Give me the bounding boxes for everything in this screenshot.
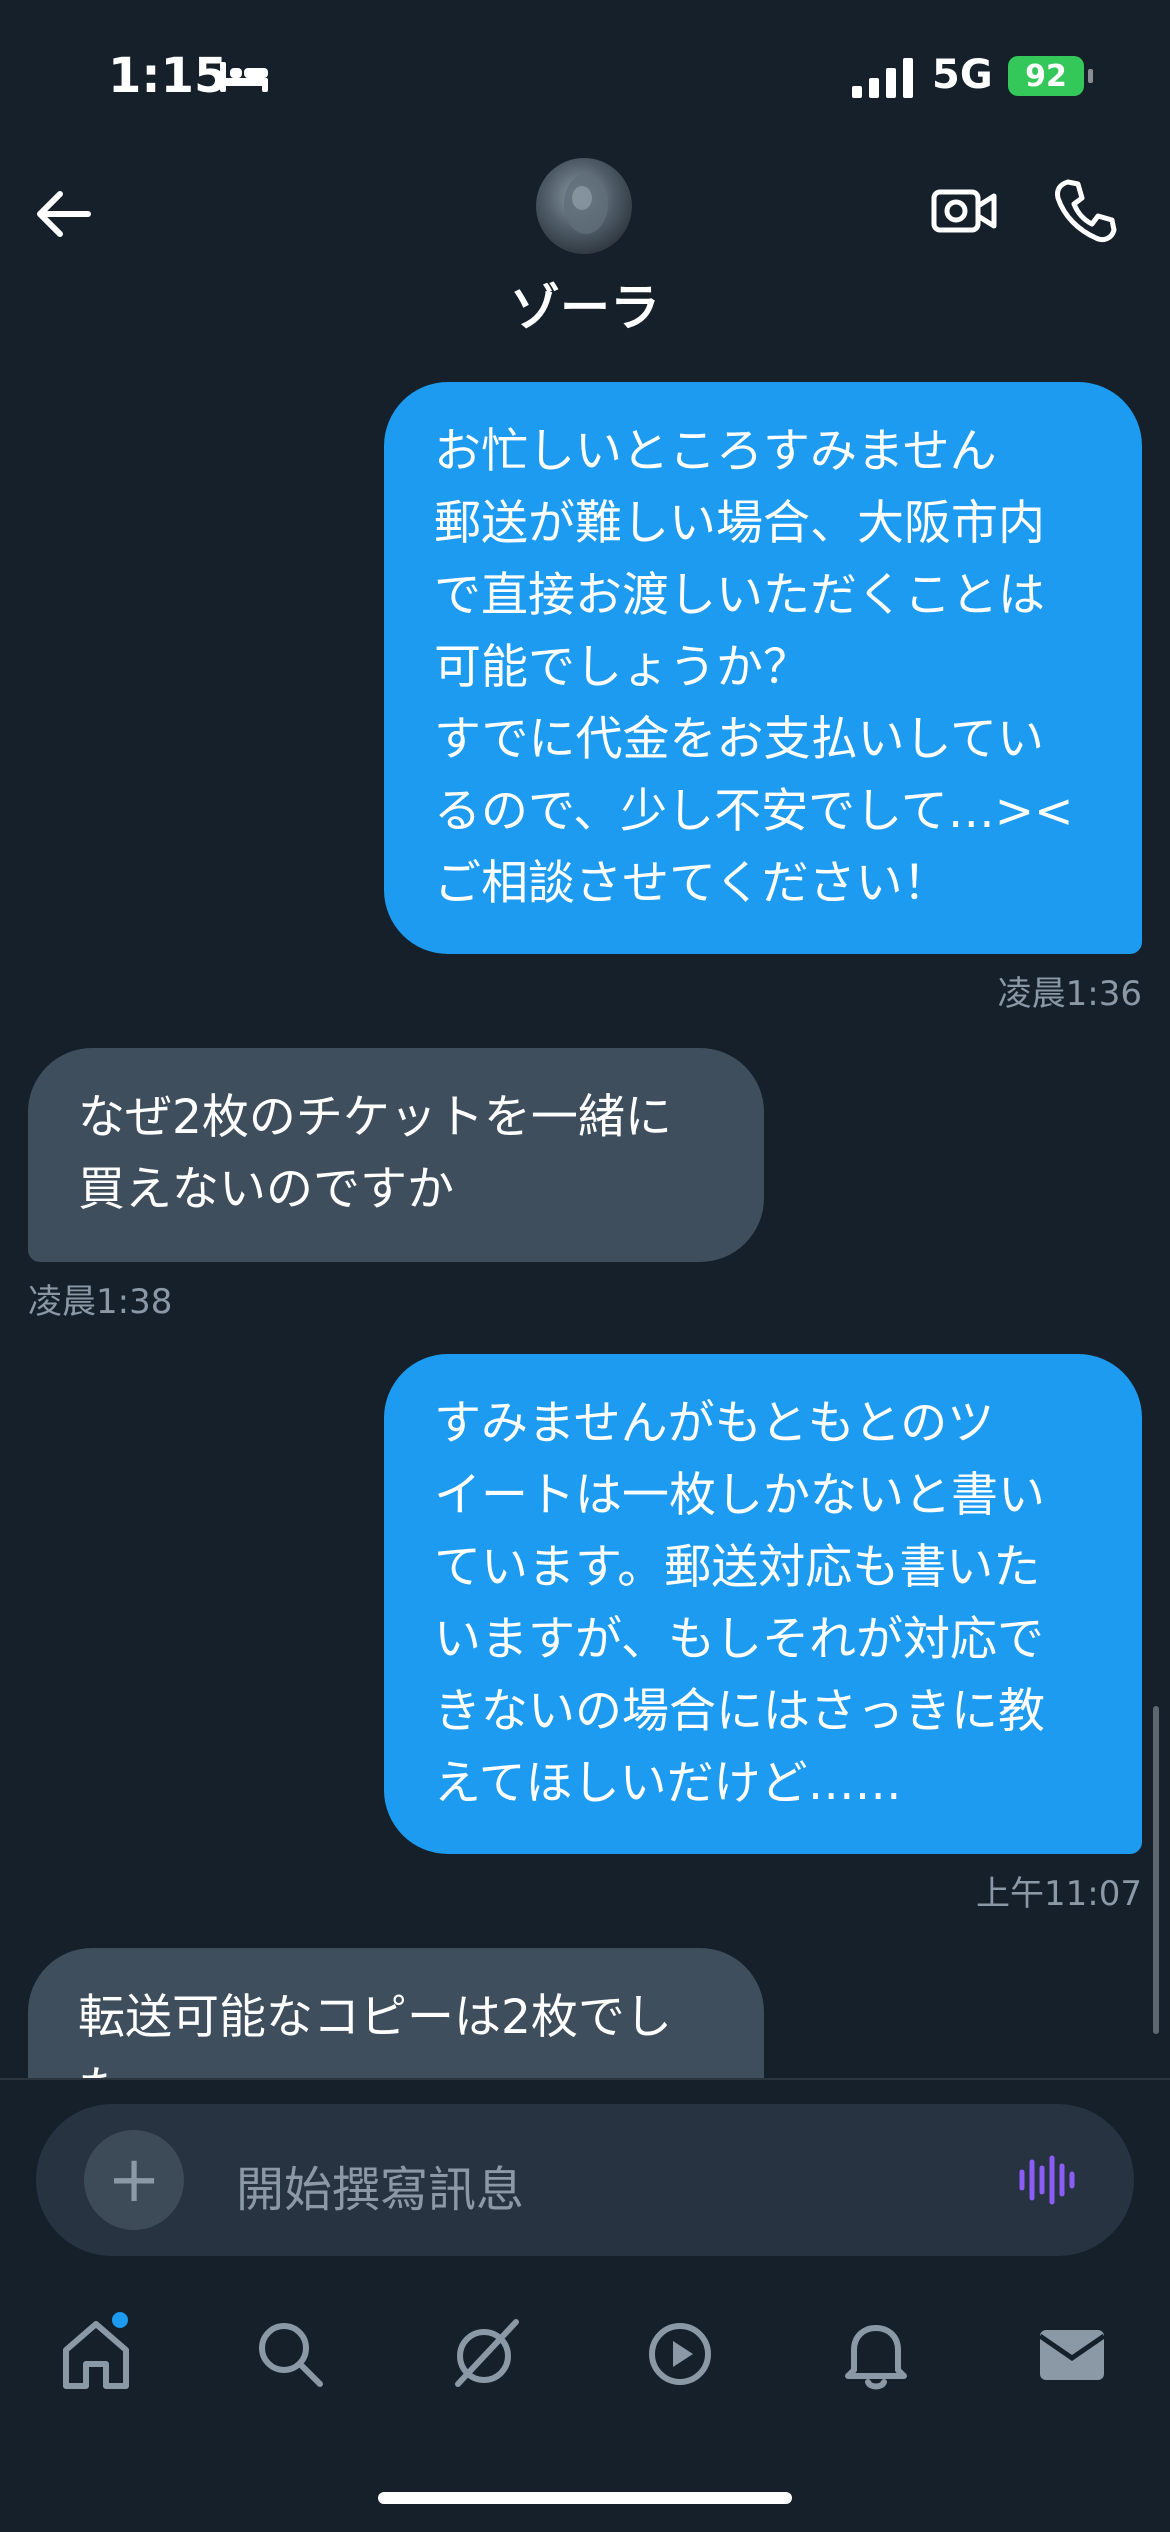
plus-icon: + [107,2143,161,2217]
message-bubble-incoming[interactable]: なぜ2枚のチケットを一緒に 買えないのですか [28,1048,764,1262]
mail-icon[interactable] [1032,2314,1112,2394]
scrollbar[interactable] [1153,1706,1159,2034]
add-media-button[interactable]: + [84,2130,184,2230]
bell-icon[interactable] [836,2314,916,2394]
composer-divider [0,2078,1170,2080]
search-icon[interactable] [250,2314,330,2394]
video-call-icon[interactable] [930,176,1000,246]
message-input[interactable]: 開始撰寫訊息 [236,2150,524,2220]
message-bubble-incoming[interactable]: 転送可能なコピーは2枚でし た [28,1948,764,2078]
video-play-icon[interactable] [640,2314,720,2394]
message-list[interactable]: お忙しいところすみません 郵送が難しい場合、大阪市内 で直接お渡しいただくことは… [0,350,1170,2078]
message-timestamp: 上午11:07 [976,1874,1142,1914]
conversation-header: ゾーラ [0,150,1170,350]
message-bubble-outgoing[interactable]: すみませんがもともとのツ イートは一枚しかないと書い ています。郵送対応も書いた… [384,1354,1142,1854]
sleep-focus-icon [220,62,268,92]
home-indicator [378,2492,792,2504]
avatar-image [564,174,608,234]
cellular-signal-icon [852,58,913,98]
voice-waveform-icon[interactable] [1016,2150,1076,2210]
home-notification-dot [112,2312,128,2328]
message-bubble-outgoing[interactable]: お忙しいところすみません 郵送が難しい場合、大阪市内 で直接お渡しいただくことは… [384,382,1142,954]
status-bar: 1:15 5G 92 [0,0,1170,150]
message-timestamp: 凌晨1:38 [28,1282,173,1322]
arrow-left-icon[interactable] [30,180,98,248]
message-timestamp: 凌晨1:36 [997,974,1142,1014]
battery-indicator: 92 [1008,56,1084,96]
status-time: 1:15 [108,48,228,104]
message-composer[interactable]: + 開始撰寫訊息 [36,2104,1134,2256]
avatar[interactable] [536,158,632,254]
phone-icon[interactable] [1050,176,1120,246]
battery-level: 92 [1025,58,1067,94]
contact-name[interactable]: ゾーラ [0,268,1170,340]
grok-icon[interactable] [446,2314,526,2394]
bottom-tab-bar [0,2300,1170,2420]
network-type: 5G [932,52,993,98]
battery-nub [1088,69,1093,83]
